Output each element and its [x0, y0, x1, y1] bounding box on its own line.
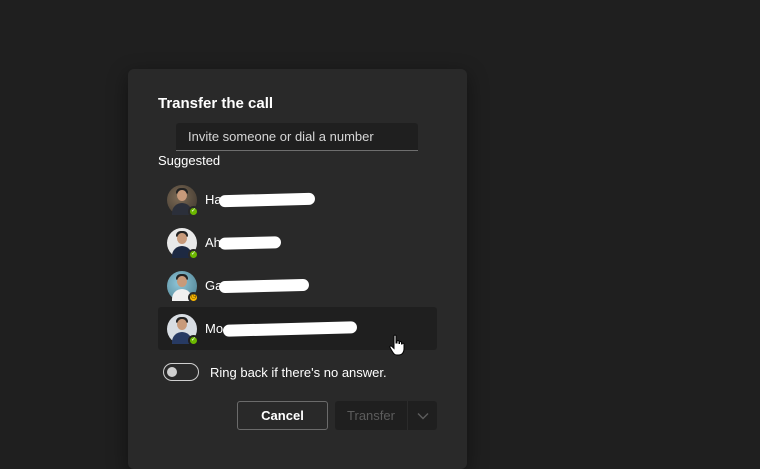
person-name: Ah: [205, 235, 282, 250]
person-name: Mo: [205, 321, 358, 337]
redaction-mark: [218, 236, 282, 250]
transfer-button[interactable]: Transfer: [335, 401, 437, 430]
avatar: ✓: [167, 184, 199, 217]
redaction-mark: [218, 192, 316, 208]
presence-available-icon: ✓: [188, 205, 199, 217]
suggested-label: Suggested: [158, 153, 221, 168]
suggested-person[interactable]: ✓ Ha: [158, 178, 437, 221]
hand-pointer-icon: [389, 334, 405, 361]
person-name: Ha: [205, 192, 316, 208]
redaction-mark: [218, 278, 310, 294]
presence-available-icon: ✓: [188, 248, 199, 260]
presence-available-icon: ✓: [188, 334, 199, 346]
person-name: Ga: [205, 278, 310, 294]
ring-back-label: Ring back if there's no answer.: [210, 364, 387, 380]
presence-away-icon: ◷: [188, 291, 199, 303]
ring-back-row: Ring back if there's no answer.: [163, 363, 387, 381]
ring-back-toggle[interactable]: [163, 363, 199, 381]
transfer-dialog: Transfer the call Suggested ✓ Ha ✓ Ah: [128, 69, 467, 469]
suggested-list: ✓ Ha ✓ Ah ◷ Ga ✓ Mo: [158, 178, 437, 350]
transfer-label: Transfer: [347, 408, 395, 423]
avatar: ◷: [167, 270, 199, 303]
avatar: ✓: [167, 313, 199, 346]
suggested-person[interactable]: ✓ Ah: [158, 221, 437, 264]
search-input[interactable]: [176, 123, 418, 150]
dialog-title: Transfer the call: [158, 95, 274, 112]
toggle-knob: [167, 367, 177, 377]
chevron-down-icon[interactable]: [408, 412, 437, 420]
cancel-button[interactable]: Cancel: [237, 401, 328, 430]
suggested-person[interactable]: ◷ Ga: [158, 264, 437, 307]
avatar: ✓: [167, 227, 199, 260]
search-field[interactable]: [176, 123, 418, 151]
redaction-mark: [222, 321, 358, 337]
